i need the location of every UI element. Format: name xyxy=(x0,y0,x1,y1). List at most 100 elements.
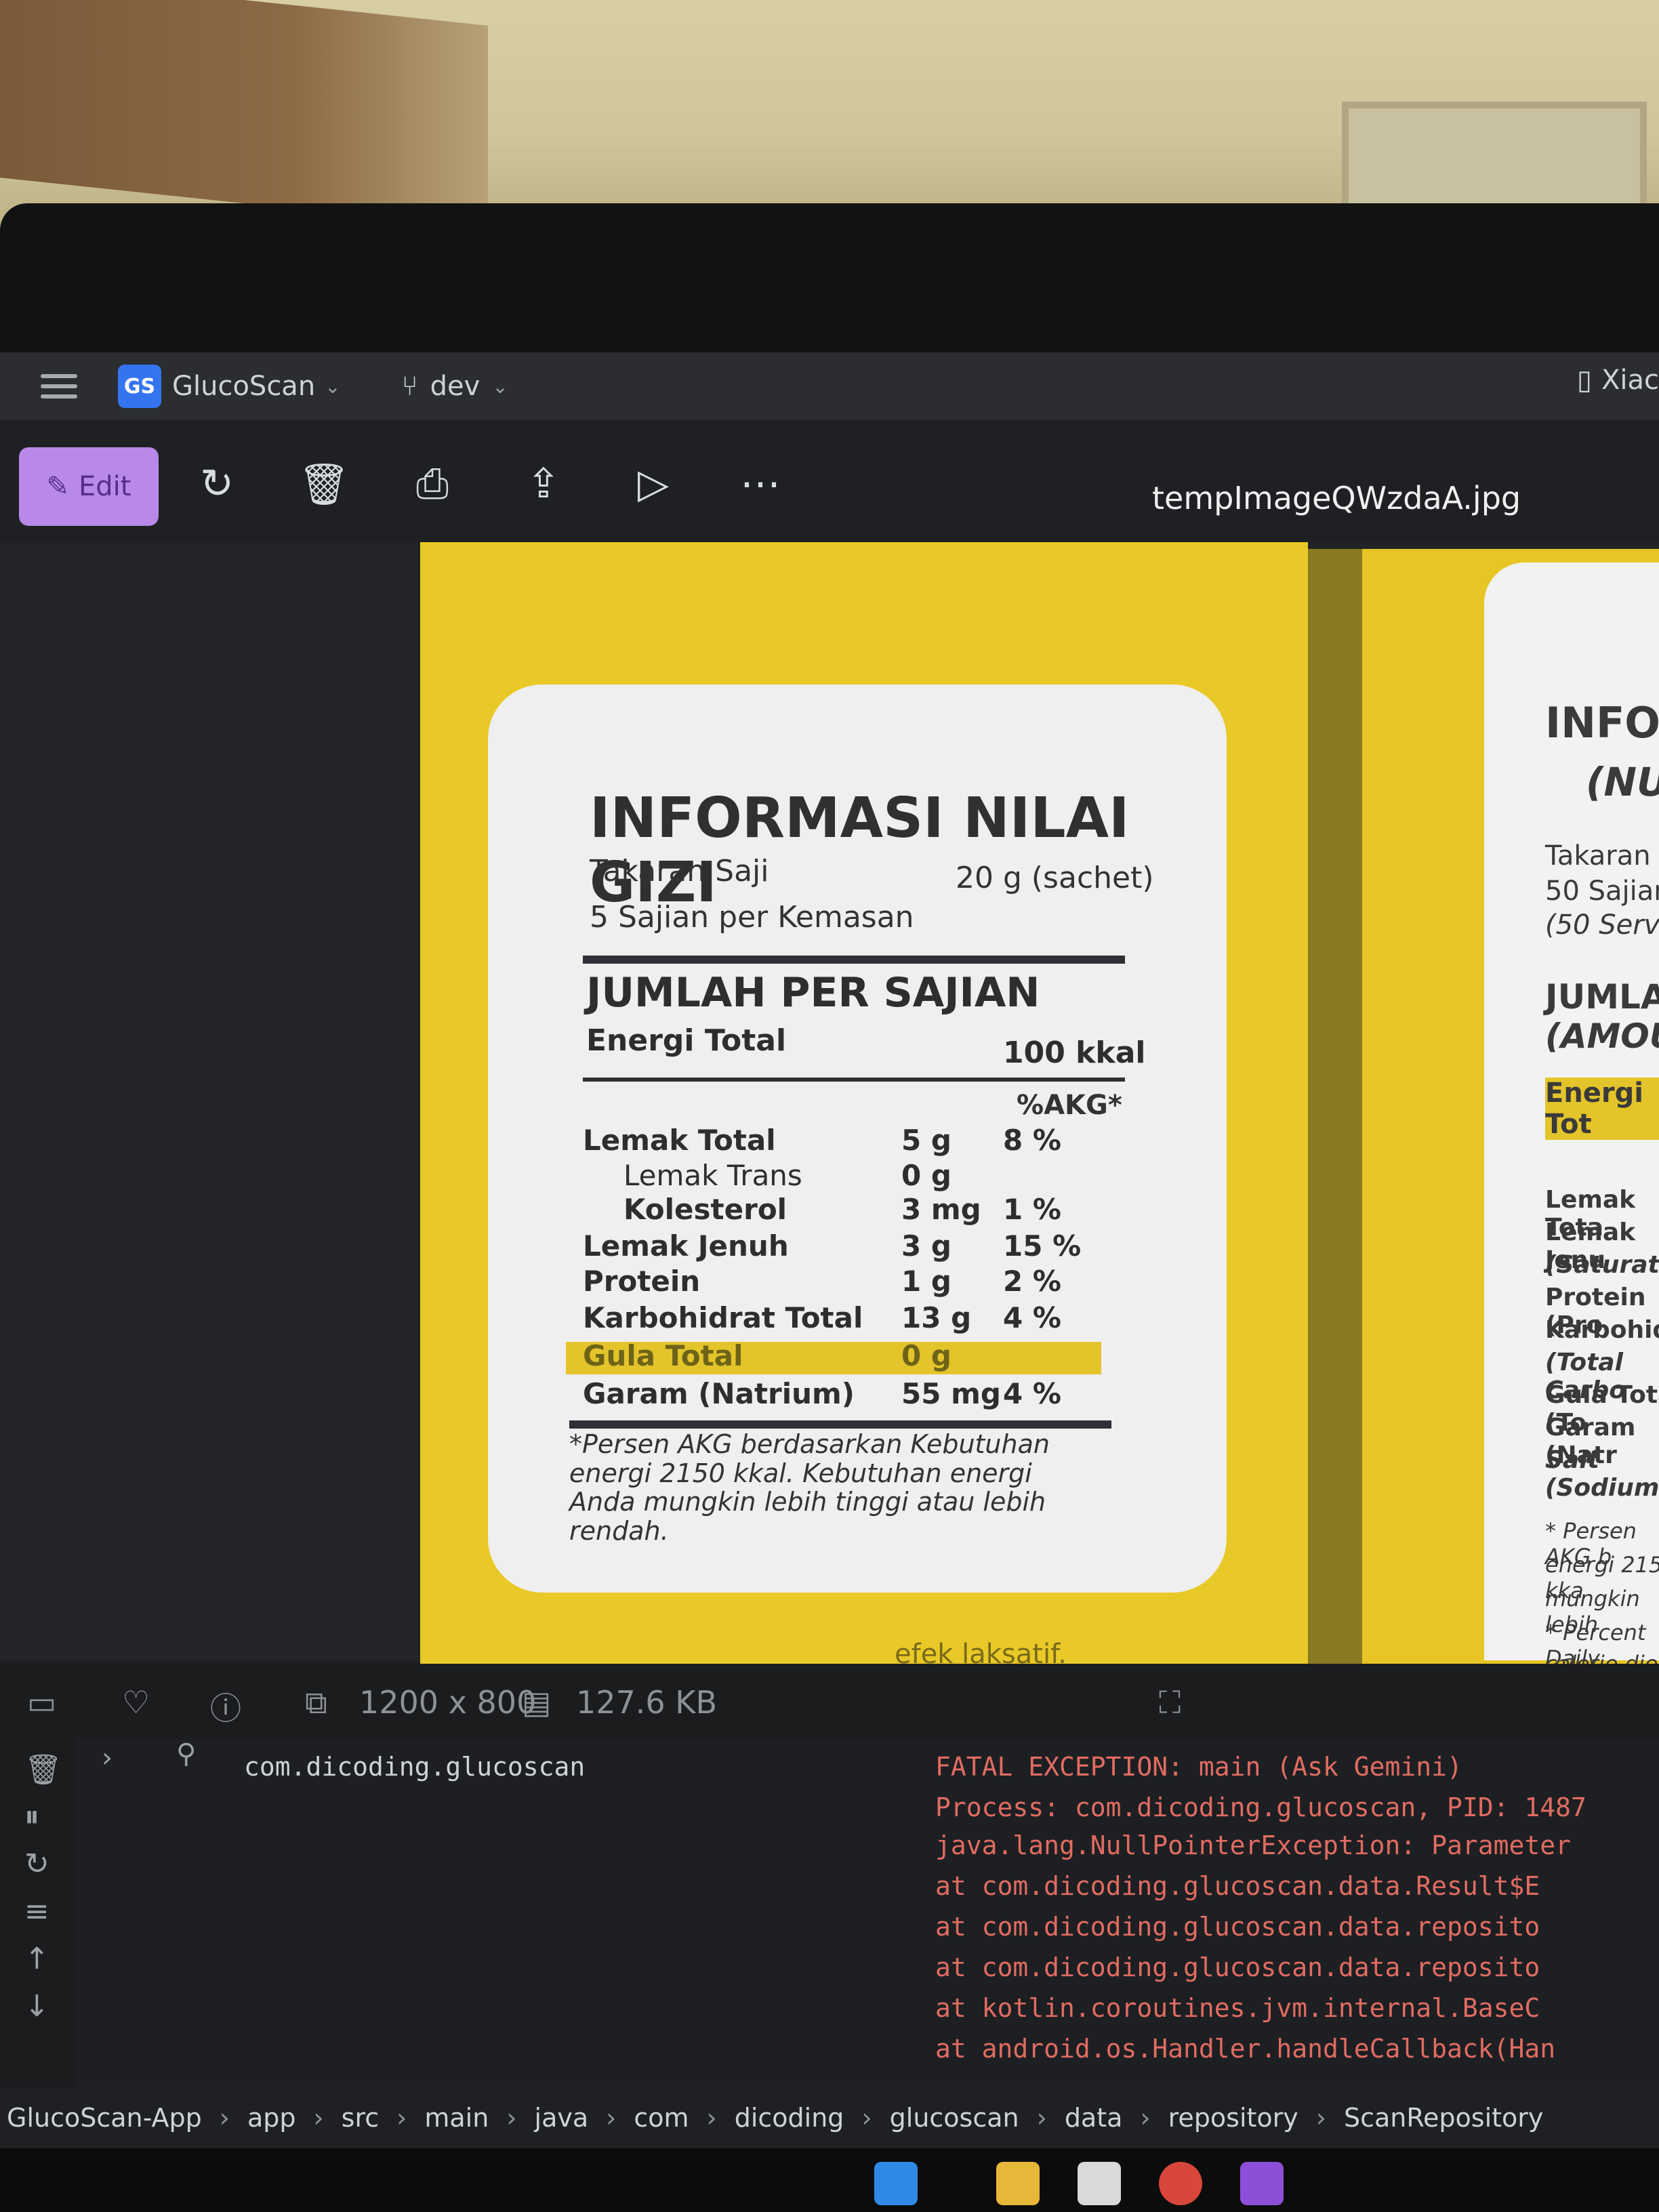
nutrient-amount: 1 g xyxy=(901,1265,951,1298)
breadcrumb-item[interactable]: repository xyxy=(1168,2103,1298,2133)
nutrient-row: Karbohidrat Total 13 g 4 % xyxy=(583,1301,1139,1336)
search-icon[interactable]: ⚲ xyxy=(176,1738,196,1769)
chevron-right-icon: › xyxy=(1036,2103,1047,2133)
info-icon[interactable]: ⓘ xyxy=(210,1684,241,1729)
divider-thick xyxy=(569,1420,1111,1429)
os-taskbar xyxy=(0,2148,1659,2212)
nutrient-percent: 8 % xyxy=(1003,1124,1061,1157)
logcat-gutter: 🗑 ⏸ ↻ ≡ ↑ ↓ xyxy=(0,1738,75,2091)
panel2-line: 50 Sajian xyxy=(1545,876,1659,907)
phone-icon: ▯ xyxy=(1576,365,1592,396)
breadcrumb-item[interactable]: dicoding xyxy=(735,2103,844,2133)
edit-button[interactable]: ✎ Edit xyxy=(19,447,159,526)
pause-icon[interactable]: ⏸ xyxy=(24,1799,39,1834)
logcat-package-filter[interactable]: com.dicoding.glucoscan xyxy=(244,1752,585,1782)
image-dimensions: 1200 x 800 xyxy=(359,1684,537,1721)
panel2-line: Salt (Sodium xyxy=(1545,1446,1659,1502)
edit-icon: ✎ xyxy=(46,471,70,502)
nutrient-label: Lemak Total xyxy=(583,1124,776,1157)
edit-label: Edit xyxy=(79,471,131,502)
divider-thick xyxy=(583,956,1125,964)
divider xyxy=(583,1078,1125,1082)
print-icon[interactable]: ⎙ xyxy=(407,458,458,510)
nutrient-row: Lemak Total 5 g 8 % xyxy=(583,1124,1139,1159)
nutrient-row: Lemak Trans 0 g xyxy=(583,1159,1139,1194)
breadcrumb-item[interactable]: main xyxy=(424,2103,489,2133)
log-line: Process: com.dicoding.glucoscan, PID: 14… xyxy=(935,1793,1586,1822)
nutrient-label: Protein xyxy=(583,1265,701,1298)
nutrient-row: Protein 1 g 2 % xyxy=(583,1265,1139,1300)
panel2-line: Energi Tot xyxy=(1545,1078,1659,1140)
chevron-right-icon: › xyxy=(313,2103,324,2133)
amount-per-serving-heading: JUMLAH PER SAJIAN xyxy=(586,969,1040,1017)
share-icon[interactable]: ⇪ xyxy=(518,458,569,510)
nutrient-row: Garam (Natrium) 55 mg 4 % xyxy=(583,1377,1139,1412)
nutrient-amount: 0 g xyxy=(901,1339,951,1372)
panel2-line: Takaran S xyxy=(1545,840,1659,872)
dimensions-icon: ⧉ xyxy=(305,1684,327,1721)
device-name: Xiac xyxy=(1601,365,1659,396)
arrow-up-icon[interactable]: ↑ xyxy=(24,1942,49,1976)
log-line: at com.dicoding.glucoscan.data.reposito xyxy=(935,1912,1540,1942)
chevron-right-icon: › xyxy=(861,2103,872,2133)
trash-icon[interactable]: 🗑 xyxy=(24,1752,62,1787)
filmstrip-icon[interactable]: ▭ xyxy=(27,1684,56,1721)
rotate-icon[interactable]: ↻ xyxy=(191,458,243,510)
nutrition-facts-panel-second: INFO (NU Takaran S 50 Sajian (50 Servin … xyxy=(1484,562,1659,1702)
panel2-title: INFO xyxy=(1545,698,1659,747)
start-icon[interactable] xyxy=(874,2162,918,2205)
project-badge: GS xyxy=(118,365,161,408)
nutrient-percent: 2 % xyxy=(1003,1265,1061,1298)
chevron-down-icon[interactable]: ⌄ xyxy=(325,375,340,398)
nutrient-percent: 1 % xyxy=(1003,1193,1061,1226)
log-line: java.lang.NullPointerException: Paramete… xyxy=(935,1830,1571,1860)
fit-to-window-icon[interactable]: ⛶ xyxy=(1159,1684,1181,1722)
monitor-screen: GS GlucoScan ⌄ ⑂ dev ⌄ ▯ Xiac ✎ Edit ↻ 🗑… xyxy=(0,352,1659,2212)
breadcrumb-item[interactable]: data xyxy=(1065,2103,1123,2133)
panel2-line: (AMOU xyxy=(1545,1017,1659,1056)
nutrient-label: Gula Total xyxy=(583,1339,743,1372)
bookshelf xyxy=(0,0,488,229)
panel2-subtitle: (NU xyxy=(1586,759,1659,805)
chrome-icon[interactable] xyxy=(1159,2162,1202,2205)
delete-icon[interactable]: 🗑 xyxy=(298,458,350,510)
filter-icon[interactable]: ≡ xyxy=(24,1894,49,1929)
arrow-down-icon[interactable]: ↓ xyxy=(24,1989,49,2024)
breadcrumb-item[interactable]: com xyxy=(634,2103,689,2133)
nutrient-percent: 15 % xyxy=(1003,1229,1082,1263)
nutrient-row: Gula Total 0 g xyxy=(583,1339,1139,1374)
chevron-right-icon: › xyxy=(396,2103,407,2133)
nutrient-amount: 3 g xyxy=(901,1229,951,1263)
restart-icon[interactable]: ↻ xyxy=(24,1847,49,1881)
nutrient-amount: 3 mg xyxy=(901,1193,981,1226)
energy-value: 100 kkal xyxy=(1003,1036,1146,1070)
expand-icon[interactable]: › xyxy=(102,1742,112,1774)
servings-per-pack: 5 Sajian per Kemasan xyxy=(590,900,914,935)
file-size: 127.6 KB xyxy=(576,1684,718,1721)
device-selector[interactable]: ▯ Xiac xyxy=(1577,365,1659,396)
project-selector[interactable]: GlucoScan xyxy=(172,371,315,402)
nutrient-label: Kolesterol xyxy=(623,1193,787,1226)
main-menu-icon[interactable] xyxy=(41,374,77,398)
breadcrumb-item[interactable]: glucoscan xyxy=(890,2103,1019,2133)
app-icon[interactable] xyxy=(1078,2162,1121,2205)
image-viewer-toolbar: ✎ Edit ↻ 🗑 ⎙ ⇪ ▷ ⋯ tempImageQWzdaA.jpg xyxy=(0,420,1659,542)
slideshow-icon[interactable]: ▷ xyxy=(628,458,679,510)
nutrient-amount: 5 g xyxy=(901,1124,951,1157)
breadcrumb-item[interactable]: app xyxy=(247,2103,296,2133)
nutrient-label: Lemak Trans xyxy=(623,1159,802,1192)
room-background xyxy=(0,0,1659,244)
log-line: at android.os.Handler.handleCallback(Han xyxy=(935,2034,1556,2064)
breadcrumb-item[interactable]: java xyxy=(535,2103,589,2133)
favorite-icon[interactable]: ♡ xyxy=(122,1684,150,1721)
breadcrumb-item[interactable]: src xyxy=(342,2103,379,2133)
log-line: FATAL EXCEPTION: main (Ask Gemini) xyxy=(935,1752,1462,1782)
branch-selector[interactable]: ⑂ dev ⌄ xyxy=(402,371,508,402)
chevron-right-icon: › xyxy=(219,2103,230,2133)
breadcrumb-item[interactable]: ScanRepository xyxy=(1344,2103,1543,2133)
app-icon[interactable] xyxy=(1240,2162,1284,2205)
panel2-line: Karbohidra xyxy=(1545,1316,1659,1344)
file-explorer-icon[interactable] xyxy=(996,2162,1040,2205)
more-options-icon[interactable]: ⋯ xyxy=(735,458,786,510)
breadcrumb-item[interactable]: GlucoScan-App xyxy=(7,2103,202,2133)
